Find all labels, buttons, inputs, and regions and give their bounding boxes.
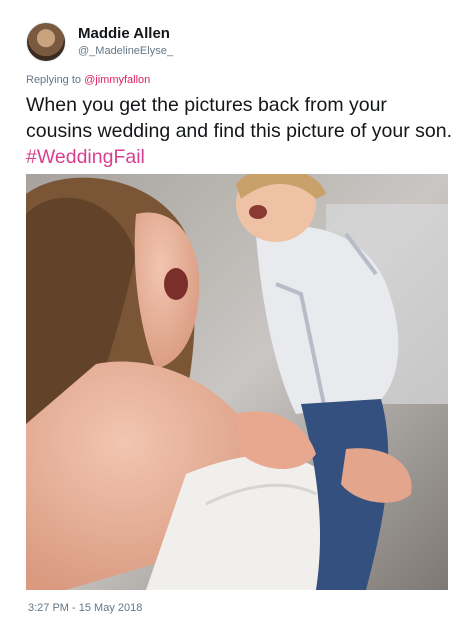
replying-to: Replying to @jimmyfallon xyxy=(26,74,150,86)
reply-mention-link[interactable]: @jimmyfallon xyxy=(84,74,150,86)
tweet-body: When you get the pictures back from your… xyxy=(26,94,453,142)
avatar[interactable] xyxy=(26,22,66,62)
display-name[interactable]: Maddie Allen xyxy=(78,25,173,44)
tweet-text: When you get the pictures back from your… xyxy=(26,92,456,170)
user-info: Maddie Allen @_MadelineElyse_ xyxy=(78,25,173,59)
tweet-timestamp[interactable]: 3:27 PM - 15 May 2018 xyxy=(28,602,142,614)
photo-illustration xyxy=(26,174,448,590)
user-handle[interactable]: @_MadelineElyse_ xyxy=(78,45,173,59)
hashtag-link[interactable]: #WeddingFail xyxy=(26,146,145,168)
tweet-photo[interactable] xyxy=(26,174,448,590)
tweet-card: Maddie Allen @_MadelineElyse_ Replying t… xyxy=(0,0,474,626)
replying-prefix: Replying to xyxy=(26,74,82,86)
tweet-header: Maddie Allen @_MadelineElyse_ xyxy=(26,22,173,62)
